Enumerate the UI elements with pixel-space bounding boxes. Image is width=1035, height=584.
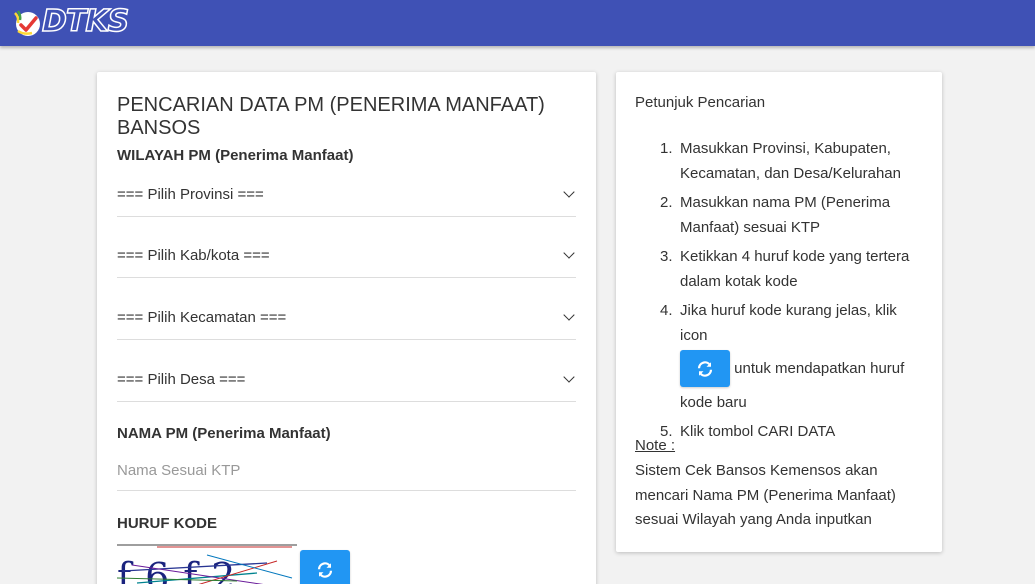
dtks-logo[interactable]: DTKS bbox=[12, 3, 140, 40]
search-form-card: PENCARIAN DATA PM (PENERIMA MANFAAT) BAN… bbox=[97, 72, 596, 584]
provinsi-select-value: === Pilih Provinsi === bbox=[117, 186, 264, 203]
kabkota-select-value: === Pilih Kab/kota === bbox=[117, 247, 270, 264]
chevron-down-icon bbox=[563, 371, 575, 383]
kecamatan-select[interactable]: === Pilih Kecamatan === bbox=[117, 296, 576, 340]
note-text: Sistem Cek Bansos Kemensos akan mencari … bbox=[635, 462, 896, 528]
captcha-image: f6f2 bbox=[117, 543, 297, 584]
help-steps-list: 1. Masukkan Provinsi, Kabupaten, Kecamat… bbox=[660, 136, 922, 448]
kecamatan-select-value: === Pilih Kecamatan === bbox=[117, 309, 287, 326]
list-item: 5. Klik tombol CARI DATA bbox=[660, 423, 836, 440]
logo-text: DTKS bbox=[41, 3, 130, 40]
list-item: 2. Masukkan nama PM (Penerima Manfaat) s… bbox=[660, 194, 891, 236]
provinsi-select[interactable]: === Pilih Provinsi === bbox=[117, 173, 576, 217]
desa-select[interactable]: === Pilih Desa === bbox=[117, 358, 576, 402]
nama-input[interactable] bbox=[117, 451, 576, 491]
list-item: 3. Ketikkan 4 huruf kode yang tertera da… bbox=[660, 248, 910, 290]
help-card: Petunjuk Pencarian 1. Masukkan Provinsi,… bbox=[616, 72, 942, 552]
kabkota-select[interactable]: === Pilih Kab/kota === bbox=[117, 234, 576, 278]
wilayah-label: WILAYAH PM (Penerima Manfaat) bbox=[117, 147, 354, 164]
chevron-down-icon bbox=[563, 247, 575, 259]
note-label: Note : bbox=[635, 437, 676, 454]
list-item: 4. Jika huruf kode kurang jelas, klik ic… bbox=[660, 302, 905, 411]
refresh-captcha-button[interactable] bbox=[300, 550, 350, 584]
desa-select-value: === Pilih Desa === bbox=[117, 371, 246, 388]
chevron-down-icon bbox=[563, 309, 575, 321]
dtks-logo-mark-icon bbox=[14, 10, 40, 36]
kode-label: HURUF KODE bbox=[117, 515, 217, 532]
nama-label: NAMA PM (Penerima Manfaat) bbox=[117, 425, 331, 442]
chevron-down-icon bbox=[563, 186, 575, 198]
refresh-icon bbox=[697, 360, 713, 377]
top-navbar: DTKS bbox=[0, 0, 1035, 46]
page-title: PENCARIAN DATA PM (PENERIMA MANFAAT) BAN… bbox=[117, 94, 545, 139]
captcha-graphic: f6f2 bbox=[117, 543, 297, 584]
list-item: 1. Masukkan Provinsi, Kabupaten, Kecamat… bbox=[660, 140, 901, 182]
help-title: Petunjuk Pencarian bbox=[635, 94, 766, 111]
refresh-icon bbox=[317, 562, 333, 578]
inline-refresh-icon-button bbox=[680, 350, 730, 387]
